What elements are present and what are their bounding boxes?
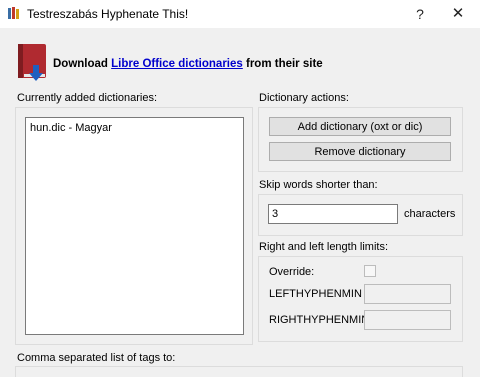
override-label: Override: (269, 266, 315, 278)
tags-label: Comma separated list of tags to: (17, 352, 176, 364)
override-checkbox[interactable] (364, 265, 376, 277)
window-title: Testreszabás Hyphenate This! (27, 7, 189, 21)
dictionaries-list[interactable]: hun.dic - Magyar (25, 117, 244, 335)
righthyphenmin-label: RIGHTHYPHENMIN (269, 314, 370, 326)
download-text: Download Libre Office dictionaries from … (53, 58, 323, 70)
download-suffix: from their site (242, 58, 323, 70)
dictionaries-link[interactable]: Libre Office dictionaries (111, 58, 243, 70)
remove-dictionary-button[interactable]: Remove dictionary (269, 142, 451, 161)
tags-group (15, 366, 463, 377)
skip-label: Skip words shorter than: (259, 179, 378, 191)
righthyphenmin-input[interactable] (364, 310, 451, 330)
dictionaries-label: Currently added dictionaries: (17, 92, 158, 104)
list-item[interactable]: hun.dic - Magyar (30, 122, 112, 134)
actions-label: Dictionary actions: (259, 92, 349, 104)
books-icon (8, 7, 19, 19)
add-dictionary-button[interactable]: Add dictionary (oxt or dic) (269, 117, 451, 136)
close-button[interactable]: ✕ (445, 4, 471, 24)
lefthyphenmin-label: LEFTHYPHENMIN (269, 288, 362, 300)
lefthyphenmin-input[interactable] (364, 284, 451, 304)
title-bar: Testreszabás Hyphenate This! ? ✕ (0, 0, 480, 28)
help-button[interactable]: ? (407, 4, 433, 24)
skip-length-input[interactable]: 3 (268, 204, 398, 224)
characters-label: characters (404, 208, 456, 220)
book-download-icon (18, 44, 46, 81)
download-prefix: Download (53, 58, 112, 70)
limits-label: Right and left length limits: (259, 241, 389, 253)
